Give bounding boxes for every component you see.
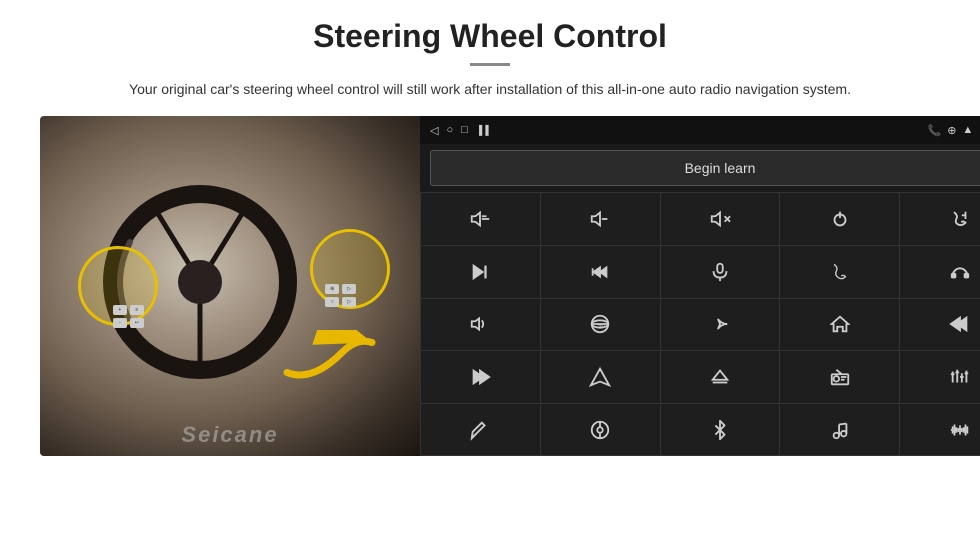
home-nav-button[interactable] xyxy=(780,299,899,351)
left-buttons: + ≡ - ↩ xyxy=(88,277,168,357)
left-btn-plus: + xyxy=(113,305,127,315)
steering-wheel-image: + ≡ - ↩ ⊕ ▷ ○ xyxy=(40,116,420,456)
title-divider xyxy=(470,63,510,66)
status-bar: ◁ ○ □ ▐▐ 📞 ⊕ ▲ 15:52 xyxy=(420,116,980,144)
home-icon[interactable]: ○ xyxy=(446,124,453,136)
sound-settings-button[interactable] xyxy=(421,299,540,351)
vol-down-button[interactable] xyxy=(541,193,660,245)
mute-icon xyxy=(709,208,731,230)
left-button-cluster-circle: + ≡ - ↩ xyxy=(78,246,158,326)
right-btn-row-2: ○ ▷ xyxy=(325,297,356,307)
end-call-button[interactable] xyxy=(900,246,980,298)
power-icon xyxy=(829,208,851,230)
yellow-arrow xyxy=(282,330,382,405)
eq-icon xyxy=(949,366,971,388)
steering-ctrl-icon xyxy=(589,419,611,441)
mute-button[interactable] xyxy=(661,193,780,245)
android-panel: ◁ ○ □ ▐▐ 📞 ⊕ ▲ 15:52 Begin learn xyxy=(420,116,980,456)
right-btn-x: ▷ xyxy=(342,297,356,307)
icon-grid: 360 xyxy=(420,192,980,456)
back-icon[interactable]: ◁ xyxy=(430,124,438,137)
content-row: + ≡ - ↩ ⊕ ▷ ○ xyxy=(40,116,940,456)
call-icon xyxy=(829,261,851,283)
signal-bars-icon: ▐▐ xyxy=(476,125,489,135)
page-container: Steering Wheel Control Your original car… xyxy=(0,0,980,548)
arrow-svg xyxy=(282,330,382,400)
music-button[interactable] xyxy=(780,404,899,456)
left-btn-back: ↩ xyxy=(130,318,144,328)
left-btn-row-1: + ≡ xyxy=(113,305,144,315)
right-buttons: ⊕ ▷ ○ ▷ xyxy=(301,256,381,336)
end-call-icon xyxy=(949,261,971,283)
fast-fwd2-icon xyxy=(469,366,491,388)
eject-icon xyxy=(709,366,731,388)
vol-up-icon xyxy=(469,208,491,230)
left-btn-minus: - xyxy=(113,318,127,328)
left-btn-row-2: - ↩ xyxy=(113,318,144,328)
pen-button[interactable] xyxy=(421,404,540,456)
call-button[interactable] xyxy=(780,246,899,298)
bluetooth-button[interactable] xyxy=(661,404,780,456)
page-title: Steering Wheel Control xyxy=(313,18,667,55)
radio-button[interactable] xyxy=(780,351,899,403)
navigation-icon xyxy=(589,366,611,388)
right-btn-row-1: ⊕ ▷ xyxy=(325,284,356,294)
call-prev-icon xyxy=(949,208,971,230)
seicane-watermark: Seicane xyxy=(181,422,278,448)
fast-fwd2-button[interactable] xyxy=(421,351,540,403)
back-nav-icon xyxy=(709,313,731,335)
eject-button[interactable] xyxy=(661,351,780,403)
skip-fwd-button[interactable] xyxy=(421,246,540,298)
status-left: ◁ ○ □ ▐▐ xyxy=(430,124,489,137)
power-button[interactable] xyxy=(780,193,899,245)
skip-back-button[interactable] xyxy=(900,299,980,351)
bluetooth-icon xyxy=(709,419,731,441)
recents-icon[interactable]: □ xyxy=(461,124,468,136)
home-icon xyxy=(829,313,851,335)
radio-icon xyxy=(829,366,851,388)
svg-text:360: 360 xyxy=(597,324,605,329)
begin-learn-button[interactable]: Begin learn xyxy=(430,150,980,186)
phone-status-icon: 📞 xyxy=(927,124,941,137)
mic-button[interactable] xyxy=(661,246,780,298)
pen-icon xyxy=(469,419,491,441)
skip-fwd-icon xyxy=(469,261,491,283)
360-view-button[interactable]: 360 xyxy=(541,299,660,351)
right-button-cluster-circle: ⊕ ▷ ○ ▷ xyxy=(310,229,390,309)
navigation-button[interactable] xyxy=(541,351,660,403)
begin-learn-row: Begin learn xyxy=(420,144,980,192)
waveform-button[interactable] xyxy=(900,404,980,456)
music-icon xyxy=(829,419,851,441)
call-prev-button[interactable] xyxy=(900,193,980,245)
waveform-icon xyxy=(949,419,971,441)
360-icon: 360 xyxy=(589,313,611,335)
back-nav-button[interactable] xyxy=(661,299,780,351)
mic-icon xyxy=(709,261,731,283)
right-btn-arrow: ▷ xyxy=(342,284,356,294)
skip-back-icon xyxy=(949,313,971,335)
page-subtitle: Your original car's steering wheel contr… xyxy=(129,78,851,100)
right-btn-circle: ○ xyxy=(325,297,339,307)
left-btn-icon: ≡ xyxy=(130,305,144,315)
right-btn-mode: ⊕ xyxy=(325,284,339,294)
location-status-icon: ⊕ xyxy=(947,124,956,137)
ff-next-button[interactable] xyxy=(541,246,660,298)
eq-button[interactable] xyxy=(900,351,980,403)
vol-up-button[interactable] xyxy=(421,193,540,245)
vol-down-icon xyxy=(589,208,611,230)
sound-icon xyxy=(469,313,491,335)
steering-ctrl-button[interactable] xyxy=(541,404,660,456)
wifi-status-icon: ▲ xyxy=(962,124,973,136)
status-right: 📞 ⊕ ▲ 15:52 xyxy=(927,123,980,137)
ff-next-icon xyxy=(589,261,611,283)
